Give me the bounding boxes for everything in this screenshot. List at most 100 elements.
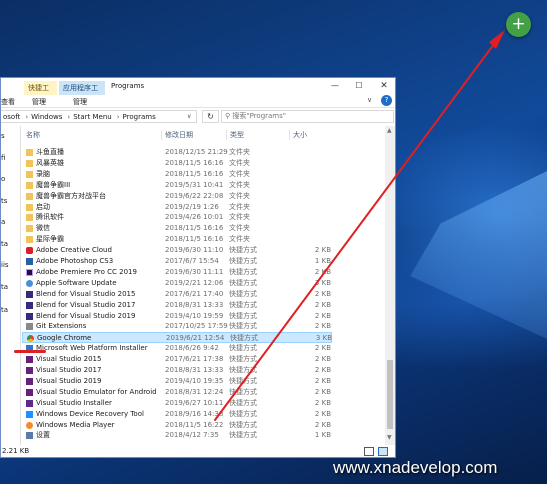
- table-row[interactable]: Visual Studio 2015 2017/6/21 17:38 快捷方式 2 K…: [22, 354, 332, 365]
- file-name: Blend for Visual Studio 2019: [36, 311, 136, 320]
- table-row[interactable]: Visual Studio Installer 2019/6/27 10:11 快捷…: [22, 398, 332, 409]
- nav-item[interactable]: o: [1, 175, 5, 183]
- title-bar[interactable]: 快捷工具 应用程序工具 Programs — ☐ ✕: [1, 78, 395, 104]
- table-row[interactable]: Windows Media Player 2018/11/5 16:22 快捷方式 2…: [22, 420, 332, 431]
- minimize-button[interactable]: —: [324, 80, 346, 92]
- file-list[interactable]: 名称 修改日期 类型 大小 斗鱼直播 2018/12/15 21:29 文件夹 风暴英…: [22, 126, 384, 445]
- table-row[interactable]: Blend for Visual Studio 2017 2018/8/31 13…: [22, 300, 332, 311]
- table-row[interactable]: Adobe Premiere Pro CC 2019 2019/6/30 11:1…: [22, 267, 332, 278]
- address-row: osoft › Windows › Start Menu › Programs ∨ ↻ ⚲ …: [1, 108, 395, 125]
- table-row[interactable]: 微信 2018/11/5 16:16 文件夹: [22, 223, 332, 234]
- file-date: 2018/11/5 16:22: [165, 420, 224, 429]
- breadcrumb-start-menu[interactable]: Start Menu: [73, 113, 112, 121]
- content-area: s fi o ts a ta iis ta ta 名称 修改日期 类型 大小 斗鱼直播 2018/…: [1, 126, 395, 445]
- blend-icon: [26, 301, 33, 309]
- vertical-scrollbar[interactable]: ▲ ▼: [385, 126, 395, 445]
- nav-item[interactable]: iis: [1, 261, 9, 269]
- table-row[interactable]: Git Extensions 2017/10/25 17:59 快捷方式 2 KB: [22, 321, 332, 332]
- table-row[interactable]: Adobe Creative Cloud 2019/6/30 11:10 快捷方式 2…: [22, 245, 332, 256]
- table-row[interactable]: 风暴英雄 2018/11/5 16:16 文件夹: [22, 158, 332, 169]
- table-row[interactable]: 魔兽争霸III 2019/5/31 10:41 文件夹: [22, 180, 332, 191]
- file-name: 设置: [36, 431, 50, 440]
- file-size: 2 KB: [314, 322, 331, 331]
- refresh-button[interactable]: ↻: [202, 110, 219, 123]
- table-row[interactable]: Blend for Visual Studio 2019 2019/4/10 19…: [22, 311, 332, 322]
- scroll-down-icon[interactable]: ▼: [387, 434, 392, 441]
- table-row[interactable]: Blend for Visual Studio 2015 2017/6/21 17…: [22, 289, 332, 300]
- file-date: 2019/4/26 10:01: [165, 213, 224, 222]
- file-date: 2019/4/10 19:35: [165, 376, 224, 385]
- help-icon[interactable]: ?: [381, 95, 392, 106]
- file-name: Blend for Visual Studio 2017: [36, 300, 136, 309]
- table-row[interactable]: 启动 2019/2/19 1:26 文件夹: [22, 202, 332, 213]
- table-row[interactable]: Visual Studio Emulator for Android 2018/8…: [22, 387, 332, 398]
- search-input[interactable]: ⚲ 搜索"Programs": [221, 110, 394, 123]
- column-header-date[interactable]: 修改日期: [161, 130, 193, 140]
- table-row[interactable]: Windows Device Recovery Tool 2018/9/16 14…: [22, 409, 332, 420]
- file-name: Visual Studio Installer: [36, 398, 112, 407]
- ribbon-expand-icon[interactable]: ∨: [367, 96, 372, 104]
- file-date: 2018/11/5 16:16: [165, 158, 224, 167]
- large-icons-view-icon[interactable]: [378, 447, 388, 456]
- file-type: 快捷方式: [229, 344, 257, 353]
- folder-icon: [26, 170, 33, 178]
- table-row[interactable]: 腾讯软件 2019/4/26 10:01 文件夹: [22, 212, 332, 223]
- column-header-type[interactable]: 类型: [226, 130, 244, 140]
- file-size: 2 KB: [314, 398, 331, 407]
- details-view-icon[interactable]: [364, 447, 374, 456]
- nav-item[interactable]: ta: [1, 283, 8, 291]
- nav-item[interactable]: fi: [1, 154, 5, 162]
- table-row[interactable]: 录脑 2018/11/5 16:16 文件夹: [22, 169, 332, 180]
- address-bar[interactable]: osoft › Windows › Start Menu › Programs ∨: [1, 110, 197, 123]
- file-date: 2018/9/16 14:38: [165, 409, 224, 418]
- table-row[interactable]: 星际争霸 2018/11/5 16:16 文件夹: [22, 234, 332, 245]
- folder-icon: [26, 159, 33, 167]
- ribbon-tab-view[interactable]: 查看: [1, 97, 15, 107]
- breadcrumb-microsoft[interactable]: osoft: [3, 113, 20, 121]
- file-explorer-window[interactable]: 快捷工具 应用程序工具 Programs — ☐ ✕ 查看 管理 管理 ∨ ? …: [0, 77, 396, 458]
- file-type: 快捷方式: [229, 322, 257, 331]
- table-row[interactable]: 斗鱼直播 2018/12/15 21:29 文件夹: [22, 147, 332, 158]
- table-row[interactable]: Visual Studio 2019 2019/4/10 19:35 快捷方式 2 K…: [22, 376, 332, 387]
- file-name: Adobe Premiere Pro CC 2019: [36, 267, 137, 276]
- file-size: 2 KB: [314, 409, 331, 418]
- breadcrumb-programs[interactable]: Programs: [123, 113, 156, 121]
- file-size: 2 KB: [314, 366, 331, 374]
- file-name: 微信: [36, 224, 50, 233]
- nav-item[interactable]: ta: [1, 306, 8, 314]
- address-dropdown-icon[interactable]: ∨: [187, 112, 191, 122]
- file-size: 3 KB: [314, 278, 331, 287]
- file-type: 文件夹: [229, 169, 250, 178]
- chevron-right-icon: ›: [116, 113, 120, 121]
- ribbon-tab-manage-1[interactable]: 管理: [32, 97, 46, 107]
- nav-item[interactable]: a: [1, 218, 5, 226]
- scrollbar-thumb[interactable]: [387, 360, 393, 429]
- navigation-pane[interactable]: s fi o ts a ta iis ta ta: [1, 126, 21, 445]
- nav-item[interactable]: ta: [1, 240, 8, 248]
- file-type: 快捷方式: [229, 409, 257, 418]
- table-row[interactable]: Apple Software Update 2019/2/21 12:06 快捷方式…: [22, 278, 332, 289]
- table-row-selected[interactable]: Google Chrome 2019/6/21 12:54 快捷方式 3 KB: [22, 332, 332, 344]
- status-text: 2.21 KB: [2, 447, 30, 455]
- table-row[interactable]: Visual Studio 2017 2018/8/31 13:33 快捷方式 2 K…: [22, 365, 332, 376]
- file-name: Visual Studio 2015: [36, 355, 102, 364]
- column-header-size[interactable]: 大小: [289, 130, 307, 140]
- file-date: 2017/6/21 17:40: [165, 289, 224, 298]
- add-button[interactable]: +: [506, 12, 531, 37]
- file-date: 2019/5/31 10:41: [165, 180, 224, 189]
- creative-cloud-icon: [26, 247, 33, 255]
- scroll-up-icon[interactable]: ▲: [387, 127, 392, 134]
- table-row[interactable]: Adobe Photoshop CS3 2017/6/7 15:54 快捷方式 1 K…: [22, 256, 332, 267]
- table-row[interactable]: 设置 2018/4/12 7:35 快捷方式 1 KB: [22, 430, 332, 441]
- column-header-name[interactable]: 名称: [26, 130, 40, 140]
- breadcrumb-windows[interactable]: Windows: [31, 113, 62, 121]
- maximize-button[interactable]: ☐: [348, 80, 370, 92]
- nav-item[interactable]: ts: [1, 197, 7, 205]
- close-button[interactable]: ✕: [373, 80, 395, 92]
- ribbon-tab-manage-2[interactable]: 管理: [73, 97, 87, 107]
- ribbon-tab-app-tools[interactable]: 应用程序工具: [59, 81, 105, 104]
- table-row[interactable]: 魔兽争霸官方对战平台 2019/6/22 22:08 文件夹: [22, 191, 332, 202]
- ribbon-tab-shortcut-tools[interactable]: 快捷工具: [24, 81, 57, 104]
- table-row[interactable]: Microsoft Web Platform Installer 2018/6/2…: [22, 343, 332, 354]
- nav-item[interactable]: s: [1, 132, 5, 140]
